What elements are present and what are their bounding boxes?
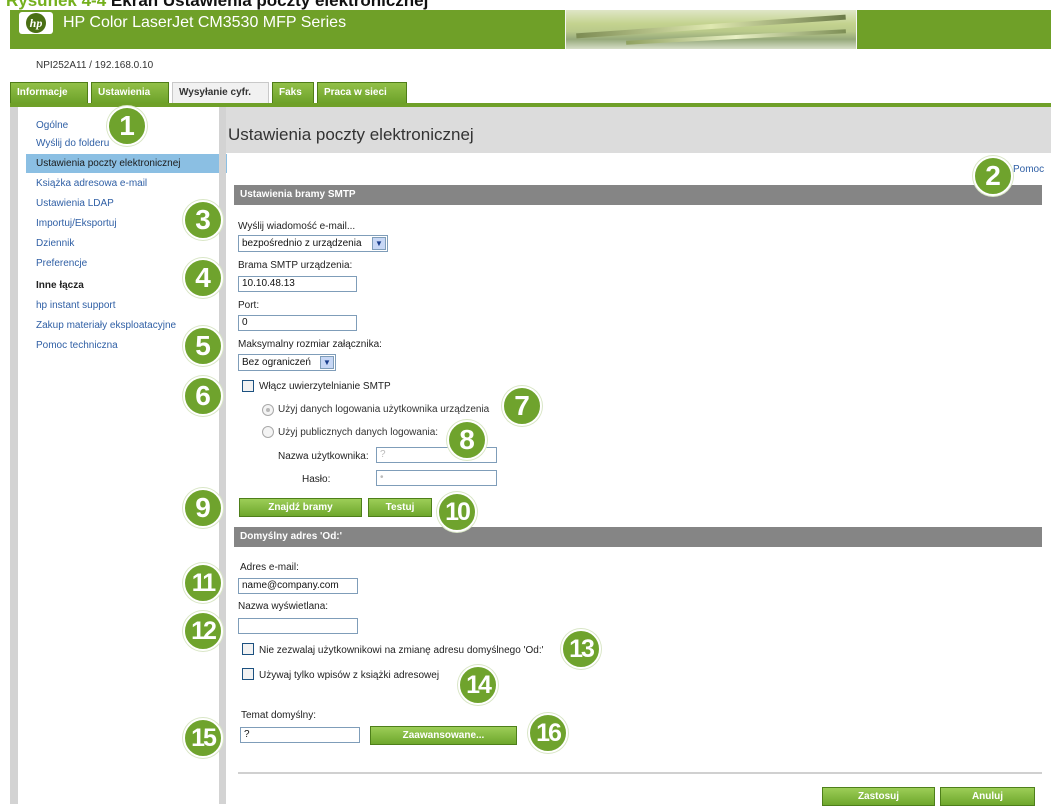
help-link[interactable]: Pomoc <box>1013 164 1044 175</box>
advanced-button[interactable]: Zaawansowane... <box>370 726 517 745</box>
tab-faks[interactable]: Faks <box>272 82 314 104</box>
smtp-auth-label: Włącz uwierzytelnianie SMTP <box>259 381 391 392</box>
callout-11: 11 <box>183 563 223 603</box>
callout-12: 12 <box>183 611 223 651</box>
sidebar-link-hp-instant-support[interactable]: hp instant support <box>26 296 227 315</box>
tab-wysylanie-cyfr[interactable]: Wysyłanie cyfr. <box>172 82 269 105</box>
cancel-button[interactable]: Anuluj <box>940 787 1035 806</box>
callout-13: 13 <box>561 629 601 669</box>
product-name: HP Color LaserJet CM3530 MFP Series <box>63 14 347 31</box>
page-title: Ustawienia poczty elektronicznej <box>228 125 474 144</box>
callout-15: 15 <box>183 718 223 758</box>
other-links-header: Inne łącza <box>36 280 84 291</box>
password-input[interactable]: • <box>376 470 497 486</box>
hp-logo-text: hp <box>26 13 46 33</box>
email-address-label: Adres e-mail: <box>240 562 299 573</box>
send-email-select-value: bezpośrednio z urządzenia <box>242 238 362 249</box>
tab-ustawienia[interactable]: Ustawienia <box>91 82 169 104</box>
tab-informacje[interactable]: Informacje <box>10 82 88 104</box>
username-label: Nazwa użytkownika: <box>278 451 369 462</box>
chevron-down-icon: ▼ <box>372 237 386 250</box>
address-book-only-checkbox[interactable] <box>242 668 254 680</box>
max-attachment-select-value: Bez ograniczeń <box>242 357 311 368</box>
send-email-label: Wyślij wiadomość e-mail... <box>238 221 356 232</box>
callout-1: 1 <box>107 106 147 146</box>
callout-2: 2 <box>973 156 1013 196</box>
smtp-auth-checkbox[interactable] <box>242 380 254 392</box>
callout-16: 16 <box>528 713 568 753</box>
radio-public-credentials[interactable] <box>262 426 274 438</box>
radio-public-credentials-label: Użyj publicznych danych logowania: <box>278 427 439 438</box>
smtp-section-header: Ustawienia bramy SMTP <box>234 185 1042 205</box>
max-attachment-select[interactable]: Bez ograniczeń ▼ <box>238 354 336 371</box>
smtp-gateway-label: Brama SMTP urządzenia: <box>238 260 353 271</box>
sidebar-item-ksiazka-adresowa[interactable]: Książka adresowa e-mail <box>26 174 227 193</box>
callout-14: 14 <box>458 665 498 705</box>
smtp-gateway-input[interactable]: 10.10.48.13 <box>238 276 357 292</box>
header-banner-image <box>565 10 857 49</box>
tab-praca-w-sieci[interactable]: Praca w sieci <box>317 82 407 104</box>
callout-7: 7 <box>502 386 542 426</box>
callout-8: 8 <box>447 420 487 460</box>
callout-5: 5 <box>183 326 223 366</box>
email-address-input[interactable]: name@company.com <box>238 578 358 594</box>
address-book-only-label: Używaj tylko wpisów z książki adresowej <box>259 670 440 681</box>
send-email-select[interactable]: bezpośrednio z urządzenia ▼ <box>238 235 388 252</box>
from-section-header: Domyślny adres 'Od:' <box>234 527 1042 547</box>
default-subject-label: Temat domyślny: <box>241 710 317 721</box>
password-label: Hasło: <box>302 474 331 485</box>
footer-divider <box>238 772 1042 774</box>
radio-device-credentials[interactable] <box>262 404 274 416</box>
callout-10: 10 <box>437 492 477 532</box>
title-bar: Ustawienia poczty elektronicznej <box>226 107 1051 153</box>
default-subject-input[interactable]: ? <box>240 727 360 743</box>
display-name-label: Nazwa wyświetlana: <box>238 601 329 612</box>
find-gateways-button[interactable]: Znajdź bramy <box>239 498 362 517</box>
callout-9: 9 <box>183 488 223 528</box>
figure-number: Rysunek 4-4 <box>6 0 107 10</box>
callout-6: 6 <box>183 376 223 416</box>
callout-4: 4 <box>183 258 223 298</box>
radio-device-credentials-label: Użyj danych logowania użytkownika urządz… <box>278 404 490 415</box>
apply-button[interactable]: Zastosuj <box>822 787 935 806</box>
hp-header: hp HP Color LaserJet CM3530 MFP Series <box>10 10 1051 49</box>
figure-title: Ekran Ustawienia poczty elektronicznej <box>110 0 429 10</box>
no-change-from-label: Nie zezwalaj użytkownikowi na zmianę adr… <box>259 645 544 656</box>
display-name-input[interactable] <box>238 618 358 634</box>
tab-bar: Informacje Ustawienia Wysyłanie cyfr. Fa… <box>10 82 1051 105</box>
no-change-from-checkbox[interactable] <box>242 643 254 655</box>
test-button[interactable]: Testuj <box>368 498 432 517</box>
callout-3: 3 <box>183 200 223 240</box>
device-id: NPI252A11 / 192.168.0.10 <box>36 60 154 71</box>
max-attachment-label: Maksymalny rozmiar załącznika: <box>238 339 382 350</box>
sidebar-item-ustawienia-poczty[interactable]: Ustawienia poczty elektronicznej <box>26 154 227 173</box>
port-input[interactable]: 0 <box>238 315 357 331</box>
hp-logo[interactable]: hp <box>19 12 53 34</box>
port-label: Port: <box>238 300 260 311</box>
chevron-down-icon: ▼ <box>320 356 334 369</box>
